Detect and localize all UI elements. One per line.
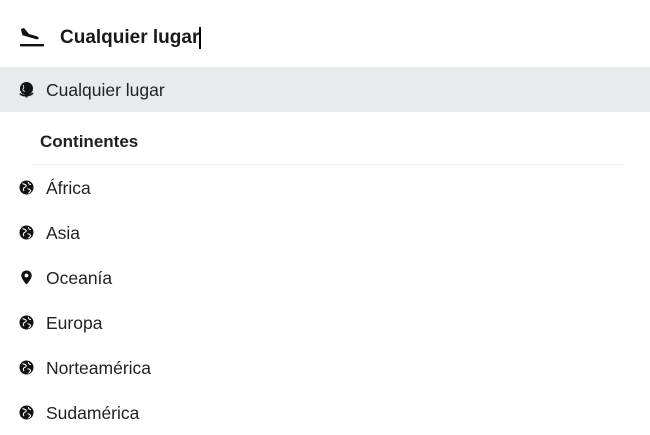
globe-icon [19, 180, 34, 195]
list-item-oceania[interactable]: Oceanía [0, 255, 650, 300]
list-item-label: Norteamérica [46, 358, 152, 378]
section-title-continents: Continentes [40, 132, 139, 151]
list-item-asia[interactable]: Asia [0, 210, 650, 255]
search-bar[interactable]: Cualquier lugar [0, 0, 650, 66]
list-item-africa[interactable]: África [0, 165, 650, 210]
list-item-label: Sudamérica [46, 403, 140, 423]
list-item-label: África [46, 178, 91, 198]
option-any-place-label: Cualquier lugar [46, 80, 165, 100]
list-item-label: Asia [46, 223, 81, 243]
search-input[interactable]: Cualquier lugar [60, 27, 201, 49]
list-item-label: Oceanía [46, 268, 113, 288]
list-item-sudamerica[interactable]: Sudamérica [0, 390, 650, 435]
globe-icon [19, 360, 34, 375]
option-any-place[interactable]: Cualquier lugar [0, 67, 650, 112]
list-item-norteamerica[interactable]: Norteamérica [0, 345, 650, 390]
globe-icon [19, 82, 34, 98]
globe-icon [19, 405, 34, 420]
list-item-label: Europa [46, 313, 103, 333]
globe-icon [19, 315, 34, 330]
globe-icon [19, 225, 34, 240]
location-pin-icon [21, 270, 32, 285]
plane-landing-icon [20, 28, 44, 47]
list-item-europa[interactable]: Europa [0, 300, 650, 345]
text-caret [199, 27, 201, 49]
search-value: Cualquier lugar [60, 27, 200, 48]
